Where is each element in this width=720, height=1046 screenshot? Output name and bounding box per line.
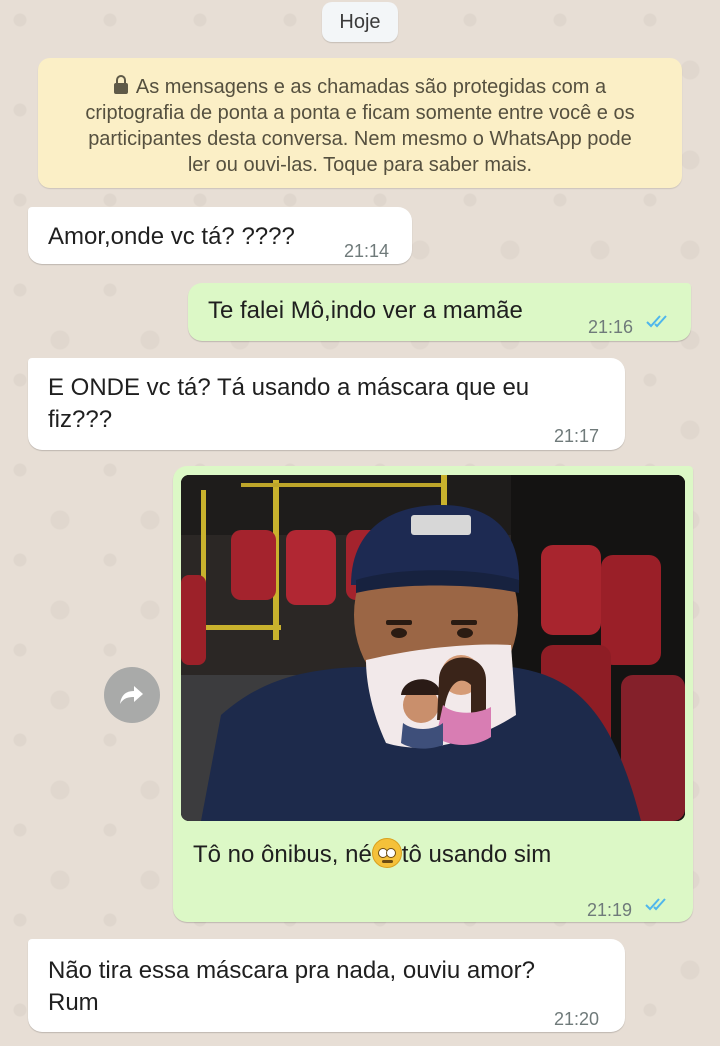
bus-selfie-photo[interactable]: [181, 475, 685, 821]
message-time: 21:20: [554, 1009, 600, 1029]
image-caption: Tô no ônibus, né tô usando sim: [193, 838, 551, 871]
rolling-eyes-emoji-icon: [371, 838, 402, 868]
forward-button[interactable]: [104, 667, 160, 723]
incoming-message[interactable]: Não tira essa máscara pra nada, ouviu am…: [28, 939, 625, 1032]
forward-icon: [120, 686, 143, 704]
double-check-icon: [646, 315, 667, 328]
encryption-notice[interactable]: As mensagens e as chamadas são protegida…: [38, 58, 682, 188]
message-time: 21:19: [587, 900, 633, 920]
double-check-icon: [645, 898, 666, 911]
message-text-line-1: E ONDE vc tá? Tá usando a máscara que eu: [48, 374, 530, 401]
encryption-line-4: ler ou ouvi-las. Toque para saber mais.: [187, 154, 533, 176]
message-time: 21:14: [344, 241, 390, 261]
caption-text-1: Tô no ônibus, né: [193, 841, 372, 868]
date-chip: Hoje: [322, 2, 398, 42]
caption-text-2: tô usando sim: [401, 841, 552, 868]
message-text-line-2: Rum: [48, 989, 99, 1016]
lock-icon: [113, 75, 128, 94]
photo-illustration: [181, 475, 685, 821]
outgoing-message[interactable]: Te falei Mô,indo ver a mamãe 21:16: [188, 283, 691, 341]
incoming-message[interactable]: Amor,onde vc tá? ???? 21:14: [28, 207, 412, 264]
encryption-line-3: participantes desta conversa. Nem mesmo …: [88, 128, 632, 150]
encryption-line-2: criptografia de ponta a ponta e ficam so…: [85, 102, 635, 124]
message-text-line-2: fiz???: [48, 406, 113, 433]
encryption-line-1: As mensagens e as chamadas são protegida…: [135, 76, 607, 98]
message-time: 21:16: [588, 317, 634, 337]
message-time: 21:17: [554, 426, 600, 446]
message-text: Amor,onde vc tá? ????: [48, 223, 295, 250]
message-text: Te falei Mô,indo ver a mamãe: [208, 297, 523, 324]
incoming-message[interactable]: E ONDE vc tá? Tá usando a máscara que eu…: [28, 358, 625, 450]
message-text-line-1: Não tira essa máscara pra nada, ouviu am…: [48, 957, 535, 984]
